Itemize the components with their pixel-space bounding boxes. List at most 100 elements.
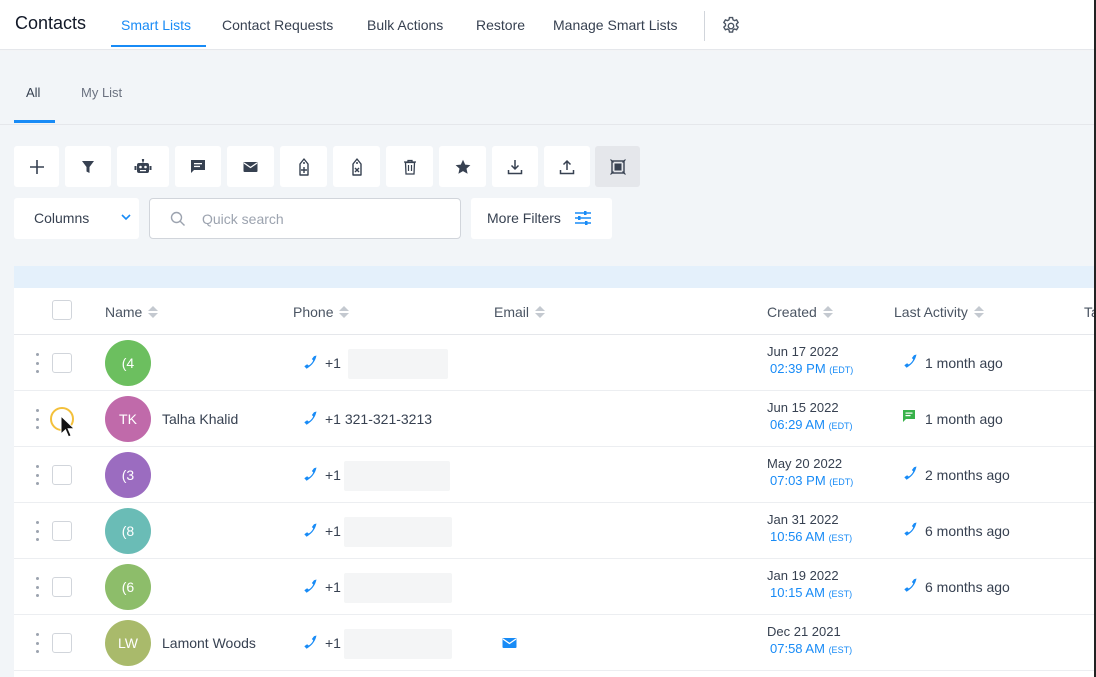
- add-to-workflow-button[interactable]: [117, 146, 169, 187]
- last-activity: 6 months ago: [925, 579, 1010, 595]
- last-activity: 6 months ago: [925, 523, 1010, 539]
- phone-number[interactable]: +1: [325, 467, 341, 483]
- sort-icon: [973, 305, 984, 319]
- phone-number[interactable]: +1: [325, 523, 341, 539]
- contact-name[interactable]: Lamont Woods: [162, 635, 256, 651]
- tab-manage-smart-lists[interactable]: Manage Smart Lists: [553, 17, 678, 33]
- star-icon: [455, 159, 470, 174]
- created-date: Jun 17 2022: [767, 344, 839, 359]
- row-checkbox[interactable]: [52, 521, 72, 541]
- row-checkbox[interactable]: [52, 577, 72, 597]
- redacted-phone: [344, 517, 452, 547]
- contacts-table: Name Phone Email Created Last Activity T…: [14, 288, 1096, 677]
- phone-icon: [304, 579, 317, 593]
- subtab-divider: [0, 124, 1094, 125]
- email-icon: [243, 161, 258, 172]
- phone-icon: [304, 635, 317, 649]
- row-checkbox[interactable]: [52, 353, 72, 373]
- row-menu-icon[interactable]: [36, 465, 40, 485]
- created-time: 10:56 AM (EST): [770, 529, 853, 544]
- contact-name[interactable]: Talha Khalid: [162, 411, 238, 427]
- row-checkbox[interactable]: [52, 465, 72, 485]
- avatar[interactable]: (3: [105, 452, 151, 498]
- created-date: May 20 2022: [767, 456, 843, 471]
- gear-icon[interactable]: [720, 15, 742, 37]
- avatar[interactable]: LW: [105, 620, 151, 666]
- download-icon: [507, 159, 523, 174]
- table-row[interactable]: (3 +1 May 20 2022 07:03 PM (EDT) 2 month…: [14, 447, 1094, 503]
- merge-button[interactable]: [595, 146, 640, 187]
- redacted-phone: [344, 461, 450, 491]
- redacted-phone: [344, 629, 452, 659]
- send-sms-button[interactable]: [175, 146, 221, 187]
- email-icon: [502, 638, 517, 648]
- row-menu-icon[interactable]: [36, 521, 40, 541]
- phone-icon: [904, 522, 917, 536]
- row-menu-icon[interactable]: [36, 577, 40, 597]
- created-time: 06:29 AM (EDT): [770, 417, 853, 432]
- row-menu-icon[interactable]: [36, 353, 40, 373]
- table-row[interactable]: (4 +1 Jun 17 2022 02:39 PM (EDT) 1 month…: [14, 335, 1094, 391]
- row-menu-icon[interactable]: [36, 409, 40, 429]
- phone-number[interactable]: +1: [325, 579, 341, 595]
- subtab-indicator: [14, 120, 55, 123]
- import-button[interactable]: [544, 146, 590, 187]
- created-date: Jan 19 2022: [767, 568, 839, 583]
- sms-icon: [903, 410, 915, 422]
- quick-search-input[interactable]: [202, 209, 442, 229]
- quick-search-box[interactable]: [149, 198, 461, 239]
- sort-icon: [822, 305, 833, 319]
- table-row[interactable]: (6 +1 Jan 19 2022 10:15 AM (EST) 6 month…: [14, 559, 1094, 615]
- remove-tag-button[interactable]: [333, 146, 380, 187]
- created-date: Dec 21 2021: [767, 624, 841, 639]
- selection-info-band: [14, 266, 1094, 288]
- column-header-name[interactable]: Name: [105, 304, 159, 320]
- created-time: 10:15 AM (EST): [770, 585, 853, 600]
- filter-icon: [82, 160, 94, 173]
- phone-number[interactable]: +1 321-321-3213: [325, 411, 432, 427]
- tab-smart-lists[interactable]: Smart Lists: [121, 17, 191, 33]
- export-button[interactable]: [492, 146, 538, 187]
- column-header-email[interactable]: Email: [494, 304, 546, 320]
- phone-number[interactable]: +1: [325, 635, 341, 651]
- tag-remove-icon: [351, 157, 362, 176]
- column-header-last-activity[interactable]: Last Activity: [894, 304, 984, 320]
- add-contact-button[interactable]: [14, 146, 59, 187]
- send-email-button[interactable]: [227, 146, 274, 187]
- row-menu-icon[interactable]: [36, 633, 40, 653]
- review-request-button[interactable]: [439, 146, 486, 187]
- phone-icon: [304, 523, 317, 537]
- more-filters-button[interactable]: More Filters: [471, 198, 612, 239]
- avatar[interactable]: (8: [105, 508, 151, 554]
- table-row[interactable]: LW Lamont Woods +1 Dec 21 2021 07:58 AM …: [14, 615, 1094, 671]
- table-row[interactable]: TK Talha Khalid +1 321-321-3213 Jun 15 2…: [14, 391, 1094, 447]
- table-row[interactable]: (8 +1 Jan 31 2022 10:56 AM (EST) 6 month…: [14, 503, 1094, 559]
- phone-icon: [904, 578, 917, 592]
- top-nav-bar: Contacts Smart Lists Contact Requests Bu…: [0, 0, 1096, 50]
- tab-restore[interactable]: Restore: [476, 17, 525, 33]
- columns-dropdown[interactable]: Columns: [14, 198, 139, 239]
- sort-icon: [339, 305, 350, 319]
- avatar[interactable]: TK: [105, 396, 151, 442]
- sliders-icon: [575, 211, 591, 225]
- sort-icon: [535, 305, 546, 319]
- filter-button[interactable]: [65, 146, 111, 187]
- tag-add-icon: [298, 157, 309, 176]
- phone-number[interactable]: +1: [325, 355, 341, 371]
- column-header-created[interactable]: Created: [767, 304, 833, 320]
- trash-icon: [403, 159, 416, 175]
- message-icon: [191, 159, 205, 173]
- robot-icon: [134, 158, 152, 173]
- subtab-my-list[interactable]: My List: [81, 85, 122, 100]
- tab-bulk-actions[interactable]: Bulk Actions: [367, 17, 443, 33]
- avatar[interactable]: (4: [105, 340, 151, 386]
- phone-icon: [904, 466, 917, 480]
- tab-contact-requests[interactable]: Contact Requests: [222, 17, 333, 33]
- column-header-phone[interactable]: Phone: [293, 304, 350, 320]
- avatar[interactable]: (6: [105, 564, 151, 610]
- add-tag-button[interactable]: [280, 146, 327, 187]
- select-all-checkbox[interactable]: [52, 300, 72, 320]
- subtab-all[interactable]: All: [26, 85, 40, 100]
- row-checkbox[interactable]: [52, 633, 72, 653]
- delete-button[interactable]: [386, 146, 433, 187]
